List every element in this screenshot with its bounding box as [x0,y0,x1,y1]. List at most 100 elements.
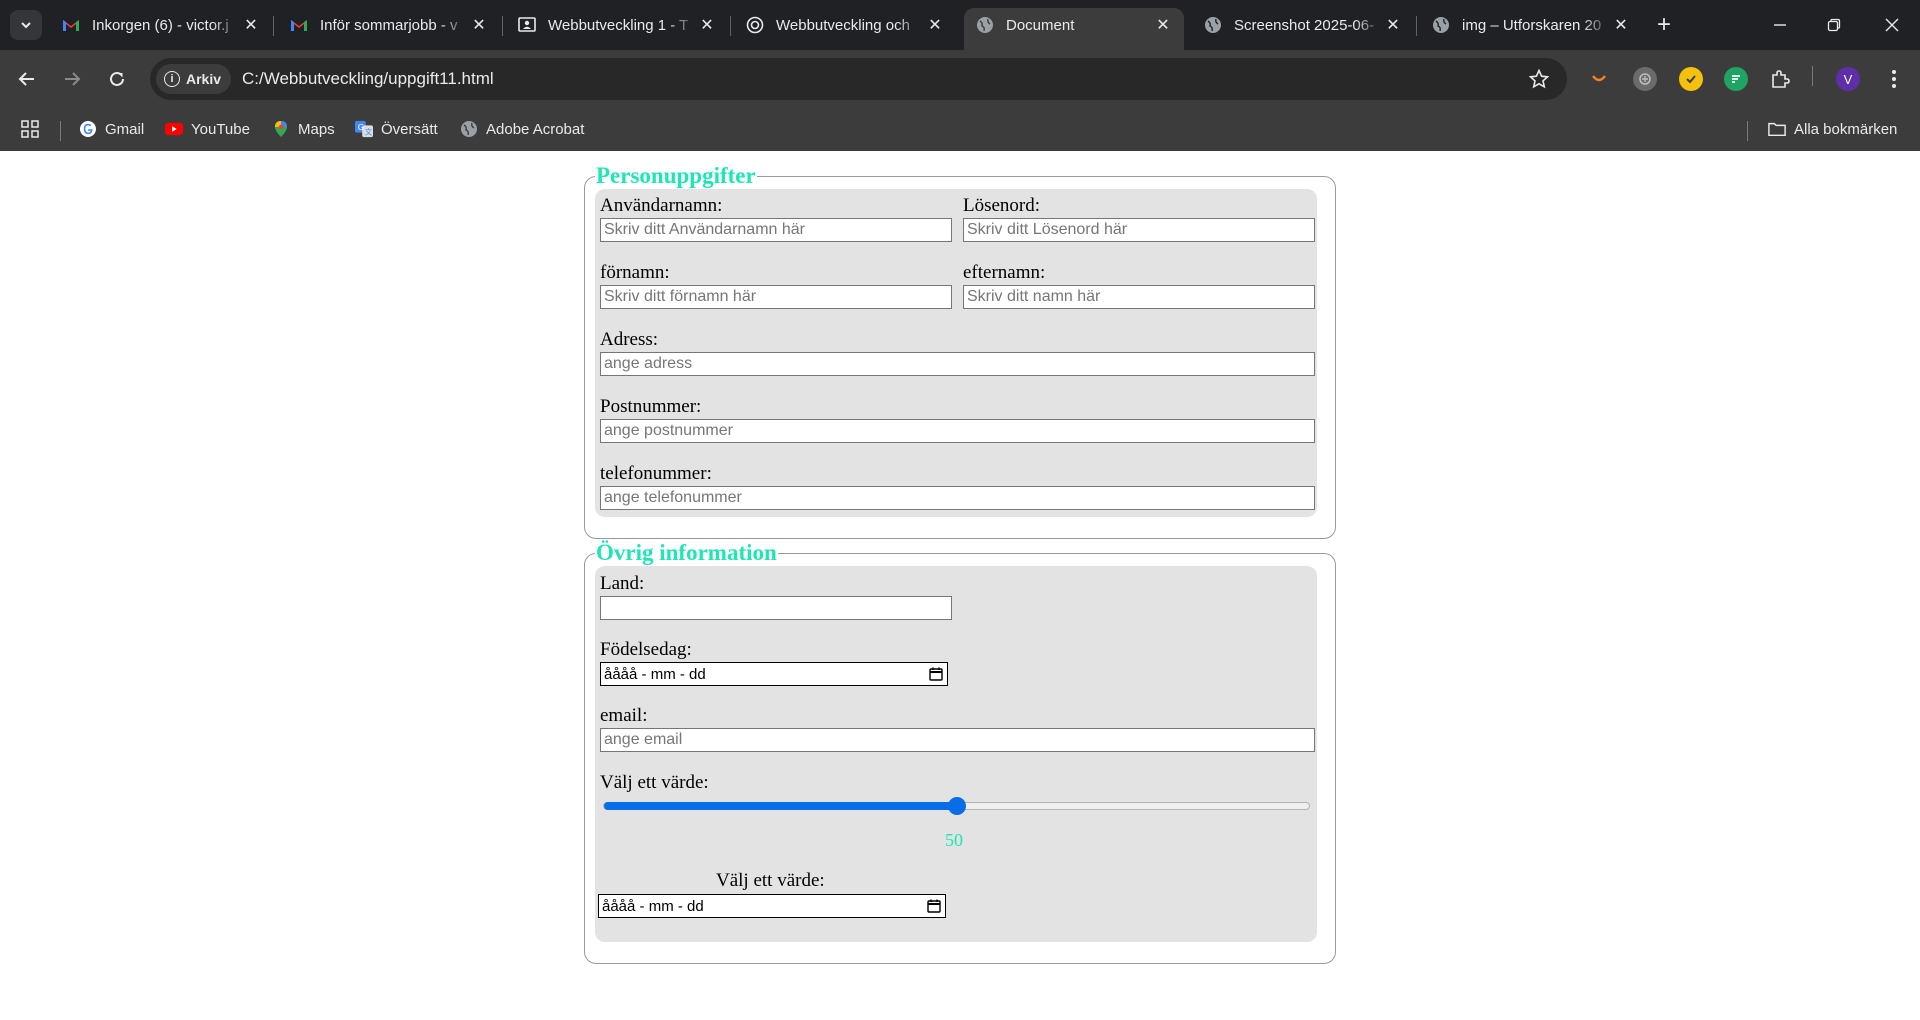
extension-orange-icon[interactable] [1587,67,1611,91]
second-date-text: åååå - mm - dd [602,897,704,915]
arrow-right-icon [65,72,81,86]
bookmark-star-button[interactable] [1527,67,1551,91]
tab-title: Webbutveckling och [776,16,910,34]
bookmark-label: Maps [298,120,335,138]
forward-button[interactable] [56,63,88,95]
close-icon[interactable]: ✕ [242,16,260,34]
tab-screenshot[interactable]: Screenshot 2025-06- ✕ [1192,8,1414,42]
email-input[interactable] [600,728,1315,752]
address-bar[interactable]: i Arkiv C:/Webbutveckling/uppgift11.html [150,58,1567,100]
extension-green-icon[interactable] [1724,67,1748,91]
bookmarks-bar: Gmail YouTube Maps G文 Översätt Adobe Acr… [0,108,1920,151]
tab-gmail-inbox[interactable]: Inkorgen (6) - victor.j ✕ [50,8,272,42]
bookmark-maps[interactable]: Maps [272,116,335,142]
apps-grid-icon [21,120,39,138]
puzzle-icon [1772,70,1790,88]
phone-input[interactable] [600,486,1315,510]
tab-strip: Inkorgen (6) - victor.j ✕ Inför sommarjo… [0,0,1920,50]
second-date-input[interactable]: åååå - mm - dd [598,894,946,918]
birthday-date-text: åååå - mm - dd [604,665,706,683]
globe-icon [1204,16,1222,34]
country-input[interactable] [600,596,952,620]
classroom-icon [518,16,536,34]
bookmark-gmail[interactable]: Gmail [79,116,144,142]
tab-search-button[interactable] [10,10,42,40]
close-icon[interactable]: ✕ [698,16,716,34]
menu-button[interactable] [1882,67,1906,91]
globe-icon [976,16,994,34]
personal-info-panel: Användarnamn: Lösenord: förnamn: efterna… [595,189,1317,517]
close-icon[interactable]: ✕ [1612,16,1630,34]
slider-thumb[interactable] [947,797,966,815]
all-bookmarks-label: Alla bokmärken [1794,120,1898,138]
tab-separator [730,16,731,36]
all-bookmarks-button[interactable]: Alla bokmärken [1768,116,1897,142]
google-icon [79,120,97,138]
profile-avatar[interactable]: V [1836,67,1860,91]
close-icon[interactable]: ✕ [926,16,944,34]
lastname-label: efternamn: [963,262,1046,283]
birthday-label: Födelsedag: [600,639,692,660]
arrow-left-icon [18,72,34,86]
password-input[interactable] [963,218,1315,242]
gmail-icon [290,16,308,34]
lastname-input[interactable] [963,285,1315,309]
username-label: Användarnamn: [600,195,723,216]
star-icon [1529,69,1549,89]
bookmark-label: Adobe Acrobat [486,120,585,138]
apps-button[interactable] [20,116,40,142]
value-slider[interactable] [603,797,1310,815]
extension-check-icon[interactable] [1679,67,1703,91]
username-input[interactable] [600,218,952,242]
calendar-icon[interactable] [928,666,944,682]
bookmark-label: YouTube [191,120,250,138]
calendar-icon[interactable] [926,898,942,914]
bookmarks-separator [60,121,61,141]
country-label: Land: [600,573,645,594]
reload-button[interactable] [101,63,133,95]
other-info-fieldset: Övrig information Land: Födelsedag: åååå… [584,540,1336,964]
bookmarks-separator [1747,121,1748,141]
tab-webbutveckling-1[interactable]: Webbutveckling 1 - T ✕ [506,8,728,42]
address-input[interactable] [600,352,1315,376]
extension-gray-icon[interactable] [1633,67,1657,91]
close-icon[interactable]: ✕ [1384,16,1402,34]
bookmark-youtube[interactable]: YouTube [165,116,250,142]
tab-img-explorer[interactable]: img – Utforskaren 20 ✕ [1420,8,1642,42]
tab-gmail-summer-job[interactable]: Inför sommarjobb - v ✕ [278,8,500,42]
restore-button[interactable] [1806,0,1862,50]
personal-info-fieldset: Personuppgifter Användarnamn: Lösenord: … [584,163,1336,539]
back-button[interactable] [11,63,43,95]
email-label: email: [600,705,648,726]
minimize-button[interactable] [1752,0,1808,50]
bookmark-label: Gmail [105,120,145,138]
extensions-puzzle-button[interactable] [1768,67,1792,91]
url-text[interactable]: C:/Webbutveckling/uppgift11.html [242,69,494,89]
site-info-chip[interactable]: i Arkiv [156,64,232,94]
tab-title: Webbutveckling 1 - T [548,16,689,34]
other-info-legend: Övrig information [596,540,777,565]
postal-code-label: Postnummer: [600,396,702,417]
tab-webbutveckling-och[interactable]: Webbutveckling och ✕ [734,8,956,42]
svg-text:G: G [358,122,364,132]
postal-code-input[interactable] [600,419,1315,443]
tab-separator [502,16,503,36]
tab-document-active[interactable]: Document ✕ [964,8,1184,50]
close-window-button[interactable] [1864,0,1920,50]
firstname-label: förnamn: [600,262,670,283]
tab-title: Screenshot 2025-06- [1234,16,1375,34]
restore-icon [1827,18,1841,32]
chevron-down-icon [21,22,31,29]
birthday-date-input[interactable]: åååå - mm - dd [600,662,948,686]
close-icon[interactable]: ✕ [1154,16,1172,34]
close-icon [1885,18,1899,32]
other-info-panel: Land: Födelsedag: åååå - mm - dd email: … [595,566,1317,942]
bookmark-label: Översätt [381,120,438,138]
site-chip-label: Arkiv [186,71,222,87]
bookmark-translate[interactable]: G文 Översätt [355,116,438,142]
bookmark-adobe-acrobat[interactable]: Adobe Acrobat [460,116,584,142]
new-tab-button[interactable]: + [1650,10,1678,40]
firstname-input[interactable] [600,285,952,309]
close-icon[interactable]: ✕ [470,16,488,34]
info-icon: i [164,71,180,87]
